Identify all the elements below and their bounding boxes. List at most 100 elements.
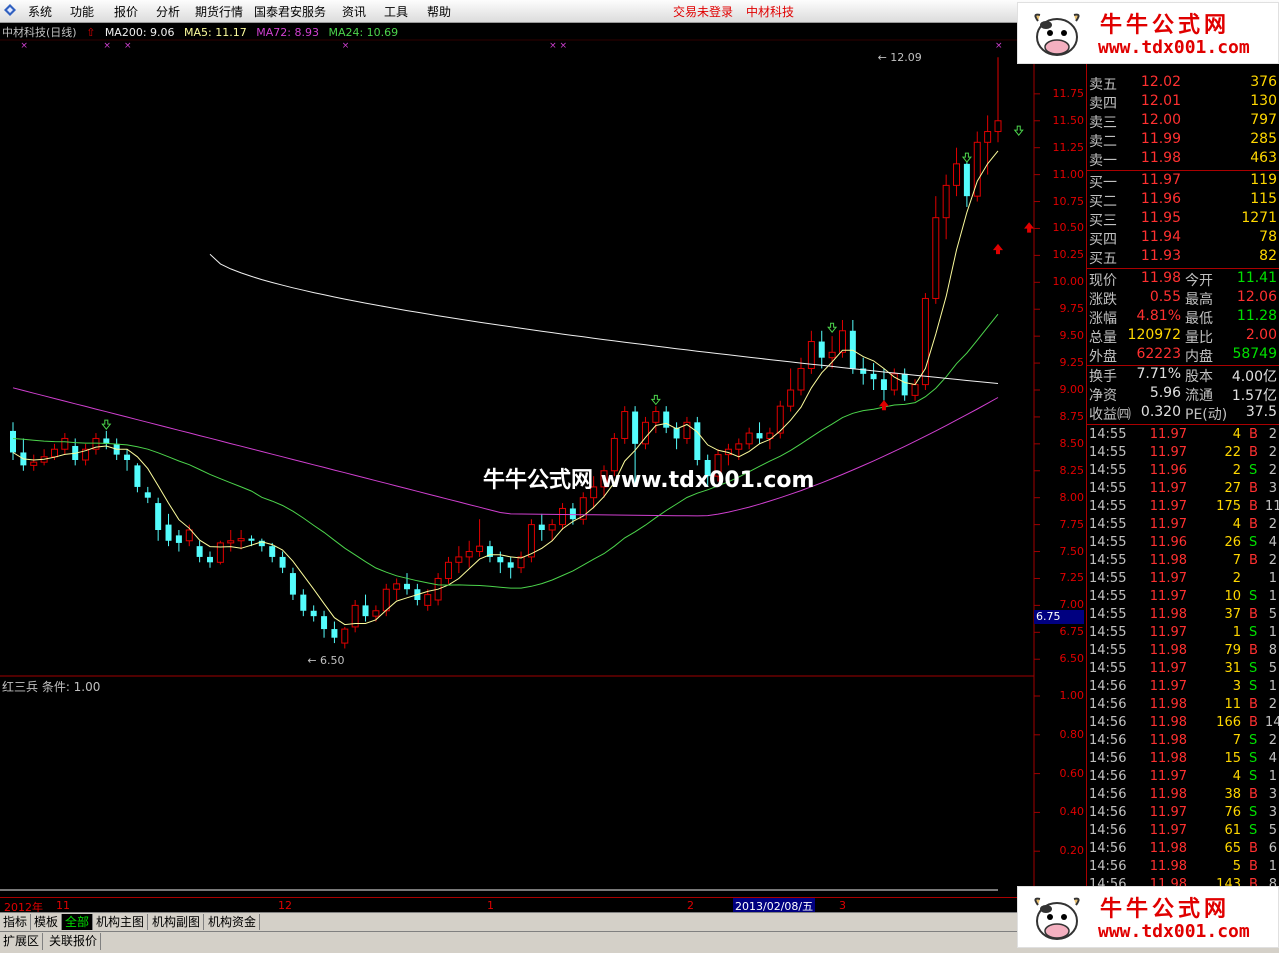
tick-side: B: [1249, 427, 1258, 442]
stat-row: 收益㈣ 0.320 PE(动) 37.5: [1089, 404, 1278, 423]
indicator-label[interactable]: 红三兵 条件: 1.00: [2, 678, 100, 695]
indicator-tick-label: 0.20: [1059, 844, 1085, 858]
stat-value: 11.28: [1236, 308, 1277, 324]
candle-body-up: [994, 120, 1002, 133]
stat-row: 总量 120972 量比 2.00: [1089, 327, 1278, 346]
candle-body-up: [216, 542, 224, 563]
tick-side: B: [1249, 787, 1258, 802]
tick-volume: 10: [1224, 589, 1241, 604]
sell-level-row: 卖二 11.99 285: [1089, 131, 1278, 150]
tick-row: 14:55 11.98 79 B 8: [1089, 643, 1278, 661]
sell-arrow-icon: [101, 419, 112, 430]
tick-row: 14:56 11.97 4 S 1: [1089, 769, 1278, 787]
tick-side: B: [1249, 715, 1258, 730]
tick-volume: 5: [1232, 859, 1241, 874]
stat-label: 总量: [1089, 330, 1117, 346]
tab-template[interactable]: 模板: [31, 914, 63, 930]
tick-time: 14:56: [1089, 733, 1127, 748]
tick-volume: 38: [1224, 787, 1241, 802]
level-label: 买一: [1089, 175, 1117, 191]
stat-value: 0.320: [1140, 404, 1181, 420]
stat-value: 7.71%: [1136, 366, 1181, 382]
candle-body-down: [963, 163, 970, 197]
tick-row: 14:55 11.97 22 B 2: [1089, 445, 1278, 463]
low-price-label: ← 6.50: [307, 654, 344, 667]
tick-row: 14:55 11.97 10 S 1: [1089, 589, 1278, 607]
candle-body-up: [444, 561, 452, 579]
watermark-text: 牛牛公式网 www.tdx001.com: [483, 468, 815, 493]
candle-body-down: [10, 430, 16, 453]
tick-count: 3: [1268, 805, 1277, 820]
tick-side: B: [1249, 499, 1258, 514]
level-price: 11.93: [1140, 248, 1181, 264]
tab-inst-sub[interactable]: 机构副图: [149, 914, 205, 930]
candle-body-down: [404, 583, 410, 590]
buy-arrow-icon: [1024, 222, 1035, 233]
tick-time: 14:55: [1089, 535, 1127, 550]
tick-volume: 76: [1224, 805, 1241, 820]
tick-volume: 7: [1232, 553, 1241, 568]
tick-volume: 175: [1216, 499, 1241, 514]
site-logo-top: 牛牛公式网 www.tdx001.com: [1017, 2, 1279, 64]
tick-count: 2: [1268, 697, 1277, 712]
candle-body-down: [694, 422, 701, 460]
price-tick-label: 9.25: [1059, 356, 1085, 370]
tick-volume: 37: [1224, 607, 1241, 622]
candle-body-down: [362, 605, 369, 617]
tick-time: 14:56: [1089, 697, 1127, 712]
tick-count: 2: [1268, 553, 1277, 568]
tick-time: 14:56: [1089, 841, 1127, 856]
price-tick-label: 8.75: [1059, 409, 1085, 423]
kline-chart[interactable]: ← 12.09← 6.50××××××××: [0, 0, 1086, 897]
level-label: 卖五: [1089, 77, 1117, 93]
tick-side: S: [1249, 589, 1258, 604]
tick-price: 11.97: [1149, 571, 1187, 586]
level-label: 卖三: [1089, 115, 1117, 131]
tick-price: 11.97: [1149, 481, 1187, 496]
tab-inst-fund[interactable]: 机构资金: [205, 914, 261, 930]
candle-body-down: [321, 616, 328, 630]
stat-label: 现价: [1089, 273, 1117, 289]
stat-value: 5.96: [1149, 385, 1181, 401]
tab-related-quotes[interactable]: 关联报价: [46, 933, 102, 950]
tick-count: 1: [1268, 571, 1277, 586]
price-tick-label: 9.75: [1059, 302, 1085, 316]
date-tick: 12: [278, 899, 292, 912]
tick-time: 14:55: [1089, 553, 1127, 568]
stat-value: 4.00亿: [1231, 369, 1277, 385]
tick-price: 11.97: [1149, 589, 1187, 604]
tab-all[interactable]: 全部: [62, 914, 94, 930]
tick-count: 14: [1265, 715, 1279, 730]
tick-time: 14:56: [1089, 859, 1127, 874]
candle-body-down: [818, 341, 825, 358]
candle-body-up: [787, 389, 795, 407]
tab-inst-main[interactable]: 机构主图: [93, 914, 149, 930]
tick-row: 14:56 11.97 3 S 1: [1089, 679, 1278, 697]
buy-level-row: 买三 11.95 1271: [1089, 210, 1278, 229]
tick-side: B: [1249, 607, 1258, 622]
tick-time: 14:56: [1089, 715, 1127, 730]
tick-row: 14:56 11.98 38 B 3: [1089, 787, 1278, 805]
level-volume: 82: [1259, 248, 1277, 264]
ma5-line: [12, 150, 999, 626]
tick-time: 14:55: [1089, 661, 1127, 676]
sell-level-row: 卖一 11.98 463: [1089, 150, 1278, 169]
tab-extension-area[interactable]: 扩展区: [0, 933, 44, 950]
candle-body-up: [517, 556, 525, 569]
tick-count: 6: [1268, 841, 1277, 856]
candle-body-up: [227, 540, 235, 544]
tick-row: 14:55 11.98 37 B 5: [1089, 607, 1278, 625]
price-tick-label: 10.00: [1052, 275, 1085, 289]
sell-arrow-icon: [650, 394, 661, 406]
level-price: 11.95: [1140, 210, 1181, 226]
tick-count: 4: [1268, 751, 1277, 766]
date-tick: 2: [687, 899, 694, 912]
tick-side: B: [1249, 517, 1258, 532]
tick-price: 11.98: [1149, 751, 1187, 766]
tick-row: 14:56 11.98 5 B 1: [1089, 859, 1278, 877]
level-label: 买四: [1089, 232, 1117, 248]
candle-body-up: [548, 524, 556, 531]
candle-body-up: [372, 610, 380, 617]
price-tick-label: 7.50: [1059, 544, 1085, 558]
tab-indicator[interactable]: 指标: [0, 914, 32, 930]
